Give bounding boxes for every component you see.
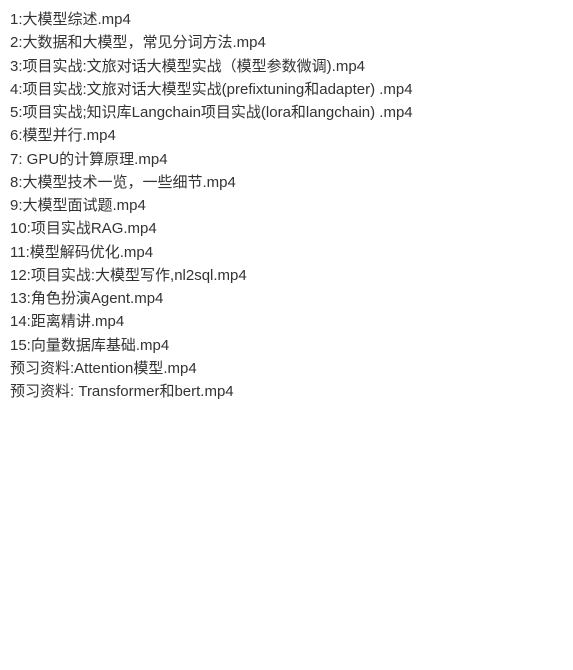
list-item: 12:项目实战:大模型写作,nl2sql.mp4 bbox=[10, 264, 563, 287]
list-item: 15:向量数据库基础.mp4 bbox=[10, 334, 563, 357]
list-item: 13:角色扮演Agent.mp4 bbox=[10, 287, 563, 310]
list-item: 1:大模型综述.mp4 bbox=[10, 8, 563, 31]
list-item: 6:模型并行.mp4 bbox=[10, 124, 563, 147]
list-item: 7: GPU的计算原理.mp4 bbox=[10, 148, 563, 171]
list-item: 9:大模型面试题.mp4 bbox=[10, 194, 563, 217]
list-item: 2:大数据和大模型，常见分词方法.mp4 bbox=[10, 31, 563, 54]
file-list: 1:大模型综述.mp4 2:大数据和大模型，常见分词方法.mp4 3:项目实战:… bbox=[10, 8, 563, 403]
list-item: 预习资料: Transformer和bert.mp4 bbox=[10, 380, 563, 403]
list-item: 8:大模型技术一览，一些细节.mp4 bbox=[10, 171, 563, 194]
list-item: 预习资料:Attention模型.mp4 bbox=[10, 357, 563, 380]
list-item: 14:距离精讲.mp4 bbox=[10, 310, 563, 333]
list-item: 10:项目实战RAG.mp4 bbox=[10, 217, 563, 240]
list-item: 11:模型解码优化.mp4 bbox=[10, 241, 563, 264]
list-item: 5:项目实战;知识库Langchain项目实战(lora和langchain) … bbox=[10, 101, 563, 124]
list-item: 4:项目实战:文旅对话大模型实战(prefixtuning和adapter) .… bbox=[10, 78, 563, 101]
list-item: 3:项目实战:文旅对话大模型实战（模型参数微调).mp4 bbox=[10, 55, 563, 78]
